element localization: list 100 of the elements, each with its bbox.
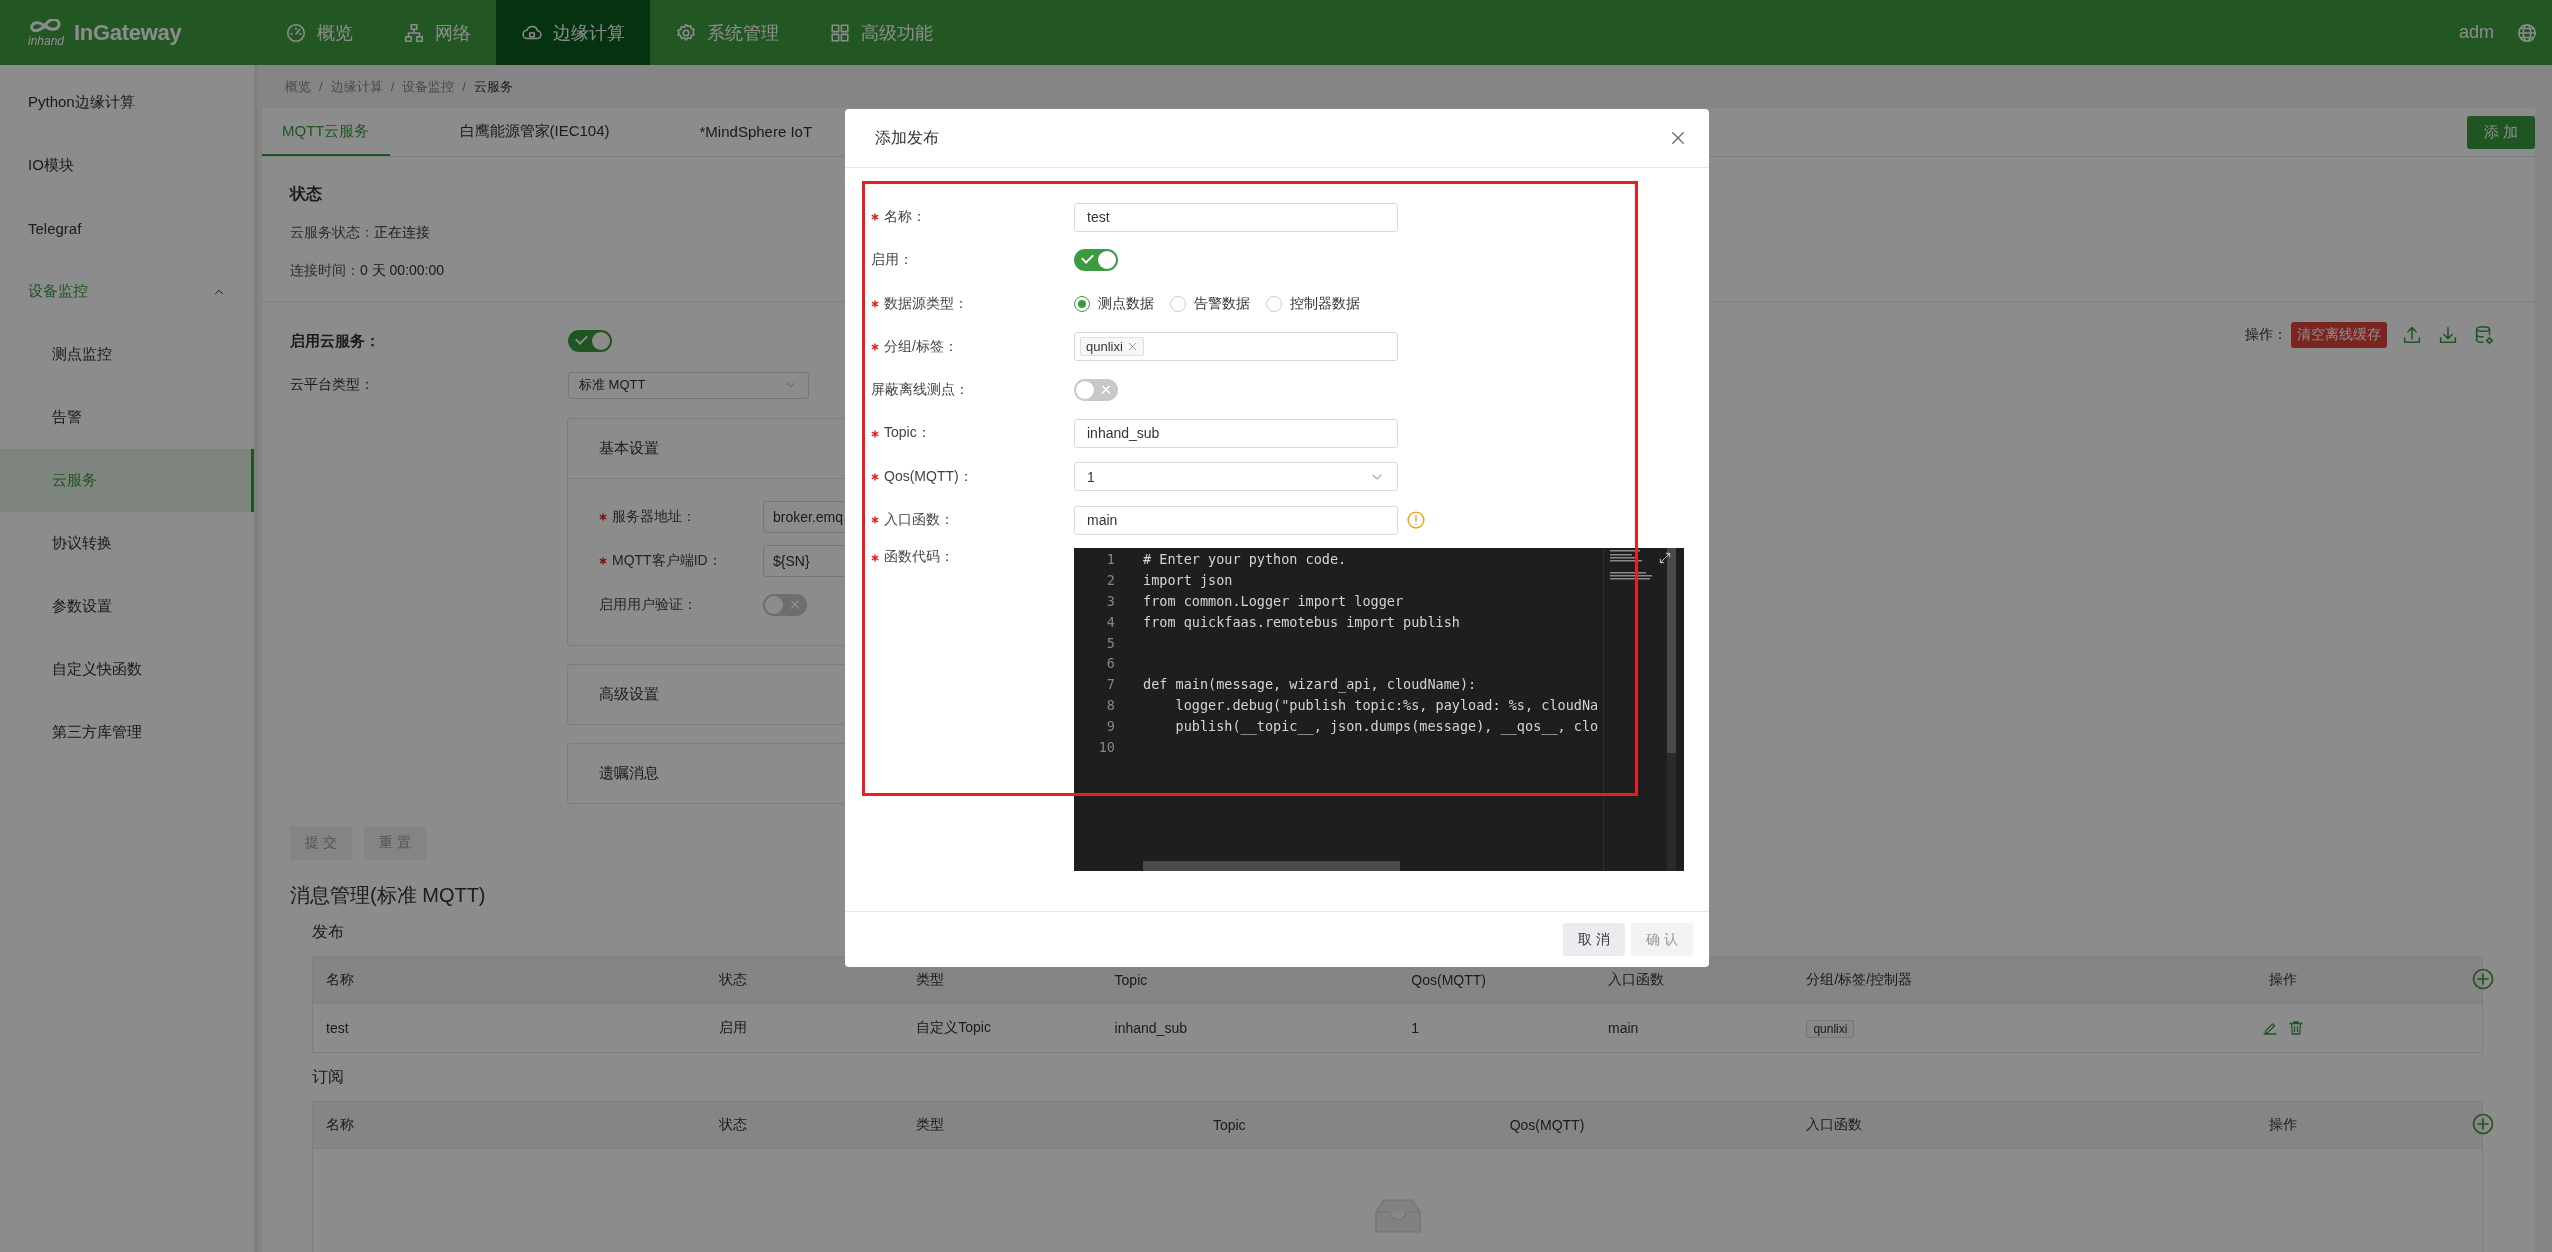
code-line: import json [1143,571,1234,591]
minimap-drawing[interactable] [1610,550,1652,581]
scrollbar[interactable] [1667,548,1676,872]
code-line: def main(message, wizard_api, cloudName): [1143,675,1478,695]
toggle-switch[interactable] [1074,379,1118,402]
delete-icon[interactable] [2286,1019,2305,1037]
download-icon[interactable] [2437,324,2459,346]
panel-title[interactable]: 基本设置 [599,439,659,458]
add-button[interactable]: 添 加 [2467,115,2535,149]
field-label: 函数代码： [871,548,1074,567]
table-cell: main [1608,1020,1639,1036]
sidebar-item[interactable]: 协议转换 [0,512,254,575]
toggle-switch[interactable] [1074,249,1118,272]
field-label: 服务器地址： [599,508,763,526]
column-header: 类型 [916,971,945,987]
column-header: 分组/标签/控制器 [1806,971,1913,987]
section-title: 消息管理(标准 MQTT) [290,883,487,908]
cancel-button[interactable]: 取 消 [1563,923,1625,956]
sidebar-item[interactable]: 自定义快函数 [0,638,254,701]
column-header: 入口函数 [1806,1116,1863,1132]
qos-select[interactable]: 1 [1074,462,1398,492]
tag: qunlixi [1806,1020,1855,1038]
column-header: Topic [1114,972,1148,988]
column-header: 状态 [719,971,748,987]
sidebar-item[interactable]: 第三方库管理 [0,701,254,764]
code-editor[interactable] [1074,548,1684,872]
brand-name: InGateway [74,19,182,46]
input-field[interactable]: main [1074,505,1398,535]
tag: qunlixi [1080,337,1144,357]
expand-icon[interactable] [1658,551,1672,566]
code-line: logger.debug("publish topic:%s, payload: %s, cloudNa [1174,695,1600,715]
sidebar-item[interactable]: 告警 [0,386,254,449]
table-cell: 启用 [719,1019,748,1035]
sidebar-item[interactable]: IO模块 [0,134,254,197]
table-cell: 1 [1411,1020,1420,1036]
radio-option[interactable]: 告警数据 [1170,294,1250,313]
add-row-icon[interactable] [2471,967,2495,991]
gauge-icon [285,21,307,44]
field-label: 屏蔽离线测点： [871,381,970,400]
radio-option[interactable]: 测点数据 [1074,294,1154,313]
line-number: 8 [1105,695,1116,715]
nav-tab[interactable]: 概览 [260,0,378,65]
line-number: 9 [1105,716,1116,736]
table-cell: 自定义Topic [916,1019,991,1035]
breadcrumb-separator: / [319,79,323,94]
field-label: 连接时间： [290,262,360,278]
tab[interactable]: MQTT云服务 [262,108,390,156]
line-number: 10 [1097,737,1116,757]
platform-select[interactable]: 标准 MQTT [568,371,809,399]
line-number: 6 [1105,654,1116,674]
sidebar-item[interactable]: Telegraf [0,197,254,260]
add-row-icon[interactable] [2471,1112,2495,1136]
remove-icon[interactable] [1126,341,1138,353]
field-label: 数据源类型： [871,294,1074,313]
column-header: 名称 [326,971,354,987]
database-settings-icon[interactable] [2473,324,2495,346]
field-label: Qos(MQTT)： [871,467,1074,486]
line-number: 3 [1105,591,1116,611]
line-number: 4 [1105,612,1116,632]
radio-option[interactable]: 控制器数据 [1266,294,1360,313]
table-title: 发布 [312,922,344,942]
tag-select-field[interactable]: qunlixi [1074,332,1398,362]
nav-tab[interactable]: 边缘计算 [496,0,650,65]
sidebar-item[interactable]: 测点监控 [0,323,254,386]
field-label: 分组/标签： [871,337,1074,356]
panel-title[interactable]: 高级设置 [599,685,659,704]
code-line: # Enter your python code. [1143,550,1348,570]
column-header: 类型 [916,1116,945,1132]
clear-cache-button[interactable]: 清空离线缓存 [2291,322,2387,348]
logo-text: inhand [27,34,64,47]
column-header: Qos(MQTT) [1509,1117,1585,1133]
column-header: 状态 [719,1116,748,1132]
upload-icon[interactable] [2401,324,2423,346]
field-label: 入口函数： [871,511,1074,530]
scrollbar[interactable] [1143,861,1400,872]
code-line: from common.Logger import logger [1143,591,1405,611]
panel-title[interactable]: 遗嘱消息 [599,764,659,783]
globe-icon[interactable] [2516,21,2538,44]
sidebar-item[interactable]: 参数设置 [0,575,254,638]
close-button[interactable] [1669,129,1687,147]
field-label: 操作： [2245,326,2287,344]
sidebar-item[interactable]: 设备监控 [0,260,254,323]
input-field[interactable]: test [1074,202,1398,232]
field-label: 启用云服务： [290,331,381,351]
field-label: Topic： [871,424,1074,443]
tab[interactable]: 白鹰能源管家(IEC104) [439,108,630,156]
field-label: 云服务状态： [290,224,374,240]
sidebar-item[interactable]: Python边缘计算 [0,71,254,134]
section-title: 状态 [290,184,323,204]
close-icon [1669,129,1687,147]
line-number: 5 [1105,633,1116,653]
code-line: publish(__topic__, json.dumps(message), __qos__, clo [1174,716,1600,737]
input-field[interactable]: inhand_sub [1074,419,1398,448]
column-header: 名称 [326,1116,354,1132]
toggle-switch[interactable] [763,594,807,616]
tab[interactable]: *MindSphere IoT [679,108,833,156]
toggle-switch[interactable] [568,330,612,352]
field-value: 正在连接 [374,224,430,240]
field-label: 名称： [871,208,1074,226]
column-header: Qos(MQTT) [1411,972,1486,988]
